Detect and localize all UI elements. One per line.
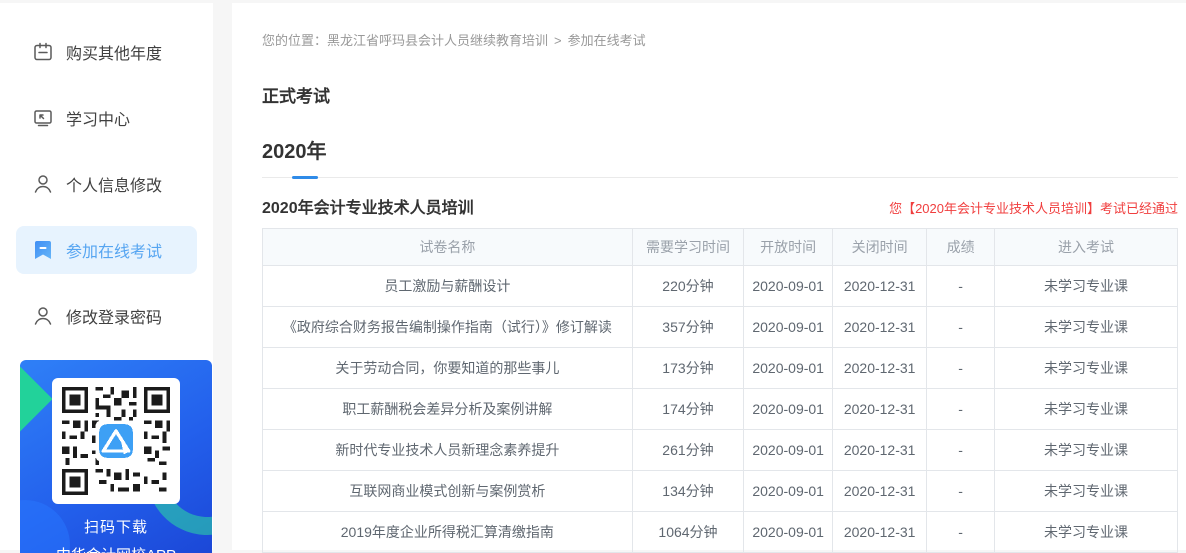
sidebar-item-learning-center[interactable]: 学习中心 [0,94,213,142]
required-time: 174分钟 [631,388,745,430]
open-time: 2020-09-01 [743,511,834,553]
close-time: 2020-12-31 [832,511,928,553]
table-row: 《政府综合财务报告编制操作指南（试行）》修订解读 357分钟 2020-09-0… [262,306,1179,348]
score: - [926,470,995,512]
calendar-icon [32,41,54,63]
enter-exam-status: 未学习专业课 [993,511,1179,553]
open-time: 2020-09-01 [743,470,834,512]
enter-exam-status: 未学习专业课 [993,265,1179,307]
col-header-score: 成绩 [926,228,995,266]
score: - [926,511,995,553]
open-time: 2020-09-01 [743,347,834,389]
breadcrumb-current: 参加在线考试 [567,33,646,48]
sidebar-item-change-password[interactable]: 修改登录密码 [0,292,213,340]
breadcrumb-label: 您的位置： [262,33,328,48]
required-time: 357分钟 [631,306,745,348]
open-time: 2020-09-01 [743,306,834,348]
required-time: 1064分钟 [631,511,745,553]
required-time: 173分钟 [631,347,745,389]
col-header-open-time: 开放时间 [743,228,834,266]
sidebar: 购买其他年度 学习中心 个人信息修改 参加在线考试 修改登录密码 扫码下载 [0,3,213,553]
sidebar-item-edit-profile[interactable]: 个人信息修改 [0,160,213,208]
close-time: 2020-12-31 [832,306,928,348]
training-header-row: 2020年会计专业技术人员培训 您【2020年会计专业技术人员培训】考试已经通过 [262,194,1178,218]
sidebar-item-label: 个人信息修改 [66,178,163,195]
enter-exam-status: 未学习专业课 [993,388,1179,430]
close-time: 2020-12-31 [832,470,928,512]
app-download-qr-card: 扫码下载 中华会计网校APP [20,360,212,553]
qr-deco-triangle [20,366,53,432]
enter-exam-status: 未学习专业课 [993,470,1179,512]
close-time: 2020-12-31 [832,429,928,471]
breadcrumb-root-link[interactable]: 黑龙江省呼玛县会计人员继续教育培训 [327,33,548,48]
year-tab-indicator [292,176,318,179]
qr-caption-line2: 中华会计网校APP [20,544,212,553]
score: - [926,306,995,348]
bookmark-icon [32,239,54,261]
monitor-icon [32,107,54,129]
close-time: 2020-12-31 [832,265,928,307]
exam-table: 试卷名称 需要学习时间 开放时间 关闭时间 成绩 进入考试 员工激励与薪酬设计 … [262,228,1179,553]
qr-caption-line1: 扫码下载 [83,519,148,536]
sidebar-item-label: 购买其他年度 [66,46,163,63]
table-row: 新时代专业技术人员新理念素养提升 261分钟 2020-09-01 2020-1… [262,429,1179,471]
paper-name: 职工薪酬税会差异分析及案例讲解 [262,388,633,430]
required-time: 261分钟 [631,429,745,471]
required-time: 134分钟 [631,470,745,512]
table-row: 2019年度企业所得税汇算清缴指南 1064分钟 2020-09-01 2020… [262,511,1179,553]
exam-passed-notice: 您【2020年会计专业技术人员培训】考试已经通过 [889,201,1178,216]
col-header-required-time: 需要学习时间 [631,228,745,266]
open-time: 2020-09-01 [743,388,834,430]
sidebar-item-label: 修改登录密码 [66,310,163,327]
breadcrumb: 您的位置：黑龙江省呼玛县会计人员继续教育培训 > 参加在线考试 [262,30,1178,49]
paper-name: 新时代专业技术人员新理念素养提升 [262,429,633,471]
breadcrumb-separator: > [554,33,562,48]
sidebar-item-label: 参加在线考试 [66,244,163,261]
table-row: 职工薪酬税会差异分析及案例讲解 174分钟 2020-09-01 2020-12… [262,388,1179,430]
enter-exam-status: 未学习专业课 [993,306,1179,348]
paper-name: 2019年度企业所得税汇算清缴指南 [262,511,633,553]
year-tabs-bar: 2020年 [262,135,1178,179]
training-title: 2020年会计专业技术人员培训 [262,200,474,217]
enter-exam-status: 未学习专业课 [993,347,1179,389]
score: - [926,429,995,471]
tab-year-2020[interactable]: 2020年 [262,135,327,164]
col-header-close-time: 关闭时间 [832,228,928,266]
qr-code [52,378,180,504]
paper-name: 关于劳动合同，你要知道的那些事儿 [262,347,633,389]
col-header-paper-name: 试卷名称 [262,228,633,266]
score: - [926,347,995,389]
open-time: 2020-09-01 [743,265,834,307]
page-title: 正式考试 [262,87,330,106]
enter-exam-status: 未学习专业课 [993,429,1179,471]
paper-name: 员工激励与薪酬设计 [262,265,633,307]
table-row: 关于劳动合同，你要知道的那些事儿 173分钟 2020-09-01 2020-1… [262,347,1179,389]
score: - [926,265,995,307]
open-time: 2020-09-01 [743,429,834,471]
close-time: 2020-12-31 [832,388,928,430]
col-header-enter-exam: 进入考试 [993,228,1179,266]
table-header-row: 试卷名称 需要学习时间 开放时间 关闭时间 成绩 进入考试 [262,228,1179,266]
close-time: 2020-12-31 [832,347,928,389]
page: 购买其他年度 学习中心 个人信息修改 参加在线考试 修改登录密码 扫码下载 您的… [0,0,1186,553]
sidebar-item-buy-other-years[interactable]: 购买其他年度 [0,28,213,76]
sidebar-item-label: 学习中心 [66,112,131,129]
paper-name: 互联网商业模式创新与案例赏析 [262,470,633,512]
required-time: 220分钟 [631,265,745,307]
main-content: 您的位置：黑龙江省呼玛县会计人员继续教育培训 > 参加在线考试 正式考试 2020年… [232,3,1186,553]
table-row: 互联网商业模式创新与案例赏析 134分钟 2020-09-01 2020-12-… [262,470,1179,512]
sidebar-item-online-exam[interactable]: 参加在线考试 [16,226,197,274]
paper-name: 《政府综合财务报告编制操作指南（试行）》修订解读 [262,306,633,348]
score: - [926,388,995,430]
table-row: 员工激励与薪酬设计 220分钟 2020-09-01 2020-12-31 - … [262,265,1179,307]
user-icon [32,305,54,327]
user-icon [32,173,54,195]
